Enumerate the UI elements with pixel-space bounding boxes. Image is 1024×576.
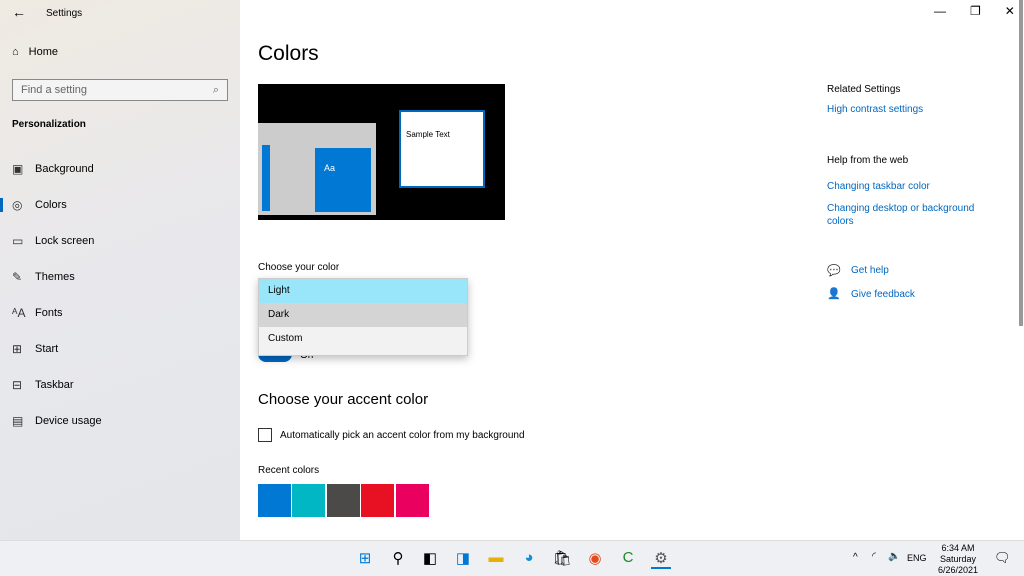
auto-pick-label: Automatically pick an accent color from …	[280, 430, 525, 441]
settings-icon[interactable]: ⚙	[651, 549, 671, 569]
sidebar-item-themes[interactable]: ✎ Themes	[0, 265, 240, 289]
image-icon: ▣	[12, 162, 24, 176]
search-input[interactable]: Find a setting ⌕	[12, 79, 228, 101]
chevron-up-icon[interactable]: ^	[853, 552, 858, 563]
desktop-color-link[interactable]: Changing desktop or background colors	[827, 202, 997, 228]
restore-icon[interactable]: ❐	[970, 4, 981, 18]
palette-icon: ◎	[12, 198, 23, 212]
option-light[interactable]: Light	[259, 279, 467, 303]
color-preview: Aa Sample Text	[258, 84, 505, 220]
sidebar-item-background[interactable]: ▣ Background	[0, 157, 240, 181]
notifications-icon[interactable]: 🗨	[994, 550, 1011, 566]
sidebar-item-fonts[interactable]: ᴬA Fonts	[0, 301, 240, 325]
home-icon: ⌂	[12, 46, 19, 58]
wifi-icon[interactable]: ◜	[872, 551, 876, 562]
color-swatch[interactable]	[396, 484, 429, 517]
color-mode-dropdown[interactable]: Light Dark Custom	[258, 278, 468, 356]
widgets-icon[interactable]: ◨	[453, 549, 473, 569]
sidebar-item-device-usage[interactable]: ▤ Device usage	[0, 409, 240, 433]
brush-icon: ✎	[12, 270, 23, 284]
start-icon[interactable]: ⊞	[355, 549, 375, 569]
color-swatch[interactable]	[361, 484, 394, 517]
taskbar-icon: ⊟	[12, 378, 23, 392]
volume-icon[interactable]: 🔈	[888, 551, 900, 562]
option-dark[interactable]: Dark	[259, 303, 467, 327]
high-contrast-link[interactable]: High contrast settings	[827, 104, 923, 115]
sidebar: ← Settings ⌂ Home Find a setting ⌕ Persona…	[0, 0, 240, 540]
chrome-icon[interactable]: ◉	[585, 549, 605, 569]
recent-colors-label: Recent colors	[258, 465, 320, 476]
file-explorer-icon[interactable]: ▬	[486, 549, 506, 569]
sidebar-item-taskbar[interactable]: ⊟ Taskbar	[0, 373, 240, 397]
search-icon[interactable]: ⚲	[388, 549, 408, 569]
search-icon: ⌕	[212, 84, 219, 96]
related-heading: Related Settings	[827, 84, 901, 95]
option-custom[interactable]: Custom	[259, 327, 467, 351]
task-view-icon[interactable]: ◧	[420, 549, 440, 569]
page-title: Colors	[258, 42, 319, 65]
sidebar-item-start[interactable]: ⊞ Start	[0, 337, 240, 361]
store-icon[interactable]: 🛍	[552, 549, 572, 569]
camtasia-icon[interactable]: C	[618, 549, 638, 569]
feedback-link[interactable]: Give feedback	[851, 289, 915, 300]
close-icon[interactable]: ✕	[1005, 4, 1015, 18]
font-icon: ᴬA	[12, 306, 26, 320]
sidebar-home[interactable]: ⌂ Home	[12, 46, 58, 58]
lock-screen-icon: ▭	[12, 234, 24, 248]
taskbar-color-link[interactable]: Changing taskbar color	[827, 181, 930, 192]
sidebar-item-colors[interactable]: ◎ Colors	[0, 193, 240, 217]
back-arrow-icon[interactable]: ←	[12, 4, 26, 20]
clock[interactable]: 6:34 AM Saturday 6/26/2021	[932, 543, 984, 576]
auto-pick-checkbox[interactable]	[258, 428, 272, 442]
color-swatch[interactable]	[292, 484, 325, 517]
window-title: Settings	[46, 8, 83, 19]
preview-sample-window: Sample Text	[399, 110, 485, 188]
get-help-link[interactable]: Get help	[851, 265, 889, 276]
taskbar: ⊞ ⚲ ◧ ◨ ▬ ◕ 🛍 ◉ C ⚙ ^ ◜ 🔈 ENG 6:34 AM Sat…	[0, 540, 1024, 576]
web-help-heading: Help from the web	[827, 155, 909, 166]
start-icon: ⊞	[12, 342, 23, 356]
choose-color-label: Choose your color	[258, 262, 340, 273]
minimize-icon[interactable]: —	[934, 4, 946, 18]
feedback-icon: 👤	[827, 288, 841, 300]
color-swatch[interactable]	[258, 484, 291, 517]
accent-heading: Choose your accent color	[258, 391, 429, 408]
preview-window: Aa	[258, 123, 376, 215]
color-swatch[interactable]	[327, 484, 360, 517]
get-help-icon: 💬	[827, 265, 841, 277]
language-indicator[interactable]: ENG	[907, 553, 927, 563]
window-controls: — ❐ ✕	[934, 4, 1015, 18]
sidebar-item-lock-screen[interactable]: ▭ Lock screen	[0, 229, 240, 253]
scrollbar[interactable]	[1019, 0, 1023, 326]
section-heading: Personalization	[12, 119, 86, 130]
device-usage-icon: ▤	[12, 414, 24, 428]
edge-icon[interactable]: ◕	[519, 549, 539, 569]
